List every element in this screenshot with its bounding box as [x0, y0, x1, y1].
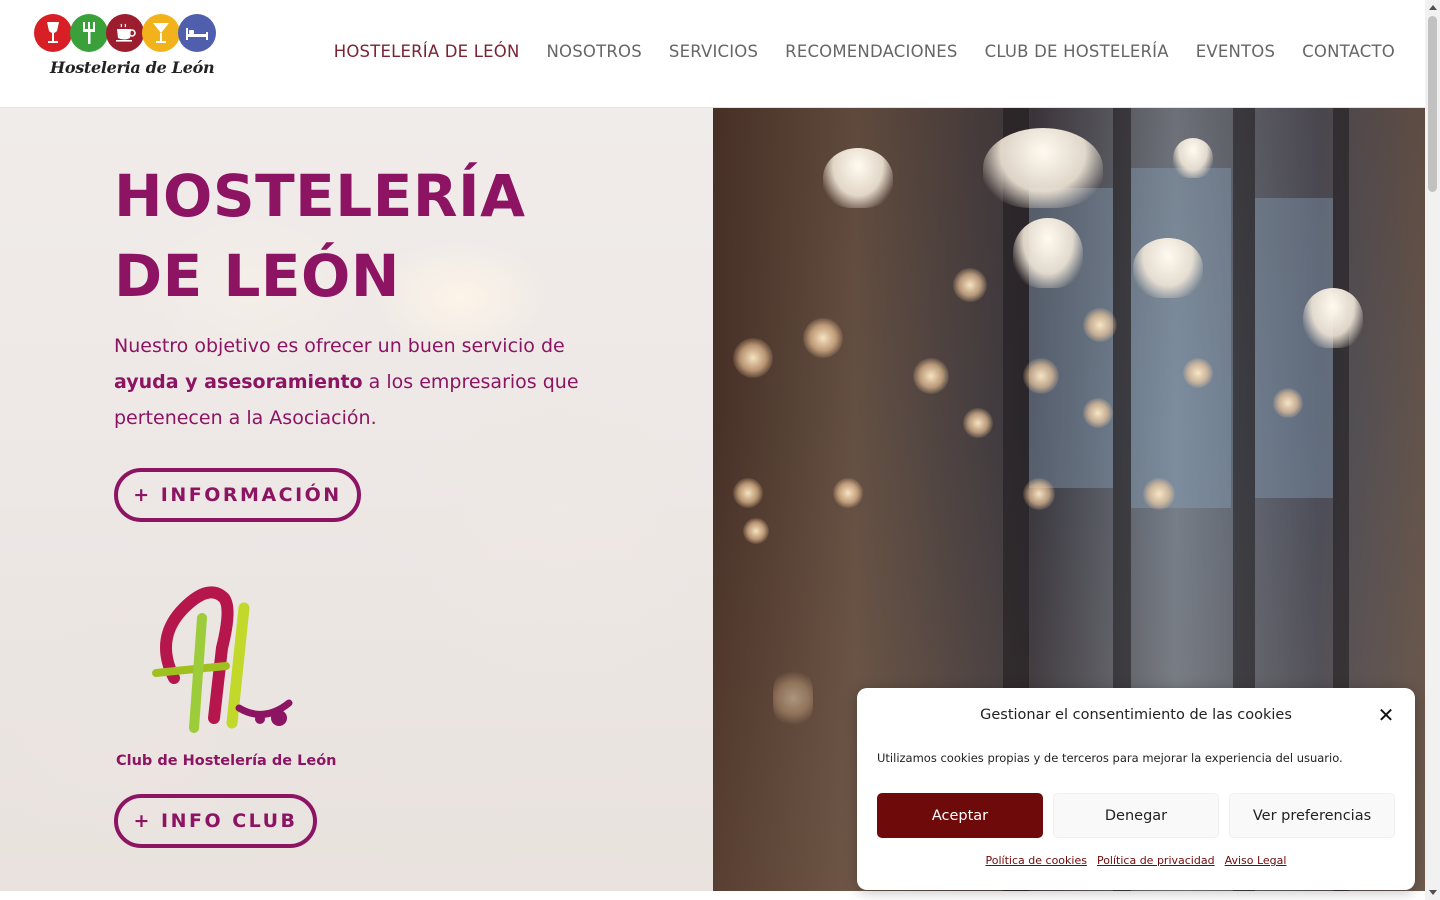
- privacy-policy-link[interactable]: Política de privacidad: [1097, 854, 1215, 867]
- nav-item-club-de-hosteleria[interactable]: CLUB DE HOSTELERÍA: [985, 42, 1169, 61]
- nav-item-eventos[interactable]: EVENTOS: [1196, 42, 1275, 61]
- info-club-button[interactable]: + INFO CLUB: [114, 794, 317, 848]
- accept-cookies-button[interactable]: Aceptar: [877, 793, 1043, 838]
- fork-icon: [70, 14, 108, 52]
- hero-title-line-2: DE LEÓN: [114, 242, 400, 310]
- cookie-consent-dialog: Gestionar el consentimiento de las cooki…: [857, 688, 1415, 890]
- cookie-policy-links: Política de cookies Política de privacid…: [857, 854, 1415, 867]
- hero-description: Nuestro objetivo es ofrecer un buen serv…: [114, 328, 614, 436]
- main-navigation: HOSTELERÍA DE LEÓN NOSOTROS SERVICIOS RE…: [307, 42, 1395, 61]
- cookie-preferences-button[interactable]: Ver preferencias: [1229, 793, 1395, 838]
- club-caption: Club de Hostelería de León: [116, 753, 337, 769]
- more-info-button[interactable]: + INFORMACIÓN: [114, 468, 361, 522]
- hero-text-part-1: Nuestro objetivo es ofrecer un buen serv…: [114, 335, 565, 357]
- cocktail-icon: [142, 14, 180, 52]
- nav-item-hosteleria-de-leon[interactable]: HOSTELERÍA DE LEÓN: [334, 42, 520, 61]
- hero-title-line-1: HOSTELERÍA: [114, 162, 526, 230]
- wine-glass-icon: [34, 14, 72, 52]
- nav-item-recomendaciones[interactable]: RECOMENDACIONES: [785, 42, 957, 61]
- hero-title: HOSTELERÍA DE LEÓN: [114, 156, 674, 316]
- cookie-policy-link[interactable]: Política de cookies: [986, 854, 1087, 867]
- nav-item-servicios[interactable]: SERVICIOS: [669, 42, 758, 61]
- hero-text-bold: ayuda y asesoramiento: [114, 371, 363, 393]
- nav-item-contacto[interactable]: CONTACTO: [1302, 42, 1395, 61]
- cookie-message: Utilizamos cookies propias y de terceros…: [877, 751, 1343, 765]
- bed-icon: [178, 14, 216, 52]
- logo-wordmark: Hosteleria de León: [50, 58, 215, 77]
- scroll-up-arrow-icon[interactable]: [1429, 5, 1437, 10]
- club-logo[interactable]: [114, 578, 334, 778]
- site-logo[interactable]: Hosteleria de León: [34, 14, 220, 84]
- nav-item-nosotros[interactable]: NOSOTROS: [547, 42, 642, 61]
- cookie-dialog-title: Gestionar el consentimiento de las cooki…: [980, 707, 1292, 723]
- site-header: Hosteleria de León HOSTELERÍA DE LEÓN NO…: [0, 0, 1425, 108]
- close-icon[interactable]: ✕: [1377, 705, 1395, 725]
- page-scrollbar[interactable]: [1425, 0, 1440, 900]
- scroll-down-arrow-icon[interactable]: [1429, 890, 1437, 895]
- legal-notice-link[interactable]: Aviso Legal: [1225, 854, 1287, 867]
- scroll-thumb[interactable]: [1428, 16, 1437, 192]
- deny-cookies-button[interactable]: Denegar: [1053, 793, 1219, 838]
- coffee-cup-icon: [106, 14, 144, 52]
